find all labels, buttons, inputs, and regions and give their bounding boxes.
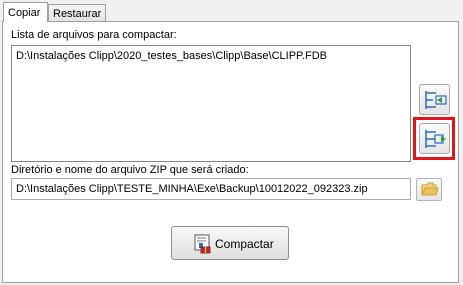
files-list-label: Lista de arquivos para compactar: (11, 29, 177, 41)
remove-files-button[interactable] (419, 84, 450, 115)
remove-files-icon (423, 89, 447, 111)
zip-path-value: D:\Instalações Clipp\TESTE_MINHA\Exe\Bac… (16, 183, 368, 195)
highlight-box (413, 117, 455, 160)
list-item[interactable]: D:\Instalações Clipp\2020_testes_bases\C… (16, 50, 327, 62)
compactar-button[interactable]: Compactar (171, 226, 289, 260)
tab-copiar[interactable]: Copiar (3, 2, 48, 22)
browse-folder-button[interactable] (416, 178, 442, 201)
compress-icon (194, 234, 212, 254)
zip-output-label: Diretório e nome do arquivo ZIP que será… (11, 164, 249, 176)
folder-open-icon (421, 182, 439, 197)
files-listbox[interactable]: D:\Instalações Clipp\2020_testes_bases\C… (11, 45, 411, 162)
tab-strip: Copiar Restaurar (0, 0, 463, 22)
zip-path-field[interactable]: D:\Instalações Clipp\TESTE_MINHA\Exe\Bac… (11, 178, 411, 200)
compactar-label: Compactar (215, 237, 274, 251)
tab-restaurar[interactable]: Restaurar (48, 4, 106, 21)
